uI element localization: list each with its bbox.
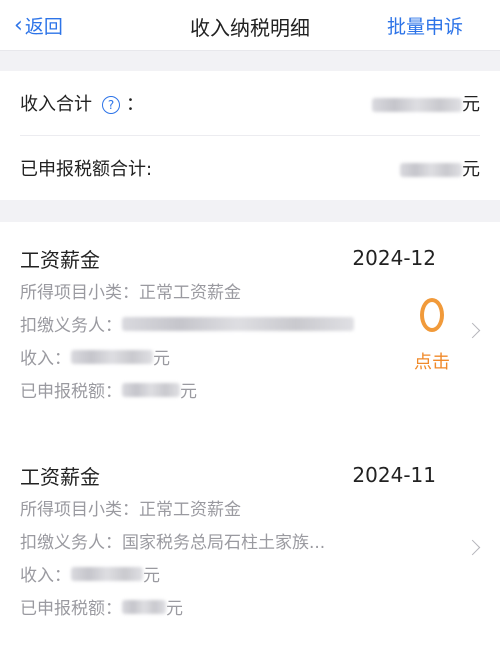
payer-line: 扣缴义务人：: [20, 307, 480, 340]
income-line: 收入： 元: [20, 349, 170, 369]
tax-line: 已申报税额： 元: [20, 599, 183, 619]
redacted-value: [122, 599, 166, 614]
payer-line: 扣缴义务人： 国家税务总局石柱土家族...: [20, 533, 326, 553]
annotation-text: 点击: [414, 352, 450, 373]
income-total-value: 元: [372, 90, 480, 116]
tax-total-label: 已申报税额合计:: [20, 159, 153, 180]
redacted-value: [122, 382, 180, 397]
income-line: 收入： 元: [20, 566, 160, 586]
redacted-value: [372, 98, 462, 112]
record-period: 2024-12: [352, 246, 436, 270]
batch-appeal-button[interactable]: 批量申诉: [387, 12, 463, 39]
record-item[interactable]: 工资薪金 2024-12 所得项目小类： 正常工资薪金 扣缴义务人： 收入： 元 …: [20, 222, 481, 439]
redacted-value: [71, 566, 143, 581]
tax-line: 已申报税额： 元: [20, 382, 197, 402]
income-total-row: 收入合计?： 元: [20, 71, 480, 135]
records-list: 工资薪金 2024-12 所得项目小类： 正常工资薪金 扣缴义务人： 收入： 元 …: [0, 222, 500, 672]
redacted-value: [400, 163, 462, 177]
redacted-value: [122, 316, 354, 331]
record-item[interactable]: 工资薪金 2024-11 所得项目小类： 正常工资薪金 扣缴义务人： 国家税务总局石…: [20, 439, 481, 656]
redacted-value: [71, 349, 153, 364]
tax-total-row: 已申报税额合计: 元: [20, 135, 480, 200]
top-navigation-bar: ‹ 返回 收入纳税明细 批量申诉: [0, 0, 500, 51]
summary-section: 收入合计?： 元 已申报税额合计: 元: [0, 71, 500, 200]
income-total-label: 收入合计: [20, 94, 92, 115]
subtype-line: 所得项目小类： 正常工资薪金: [20, 283, 241, 303]
annotation-circle: [420, 298, 444, 332]
subtype-line: 所得项目小类： 正常工资薪金: [20, 500, 241, 520]
tax-total-value: 元: [400, 155, 480, 181]
question-circle-icon[interactable]: ?: [102, 96, 120, 114]
record-period: 2024-11: [352, 463, 436, 487]
record-type: 工资薪金: [20, 464, 100, 489]
record-type: 工资薪金: [20, 247, 100, 272]
